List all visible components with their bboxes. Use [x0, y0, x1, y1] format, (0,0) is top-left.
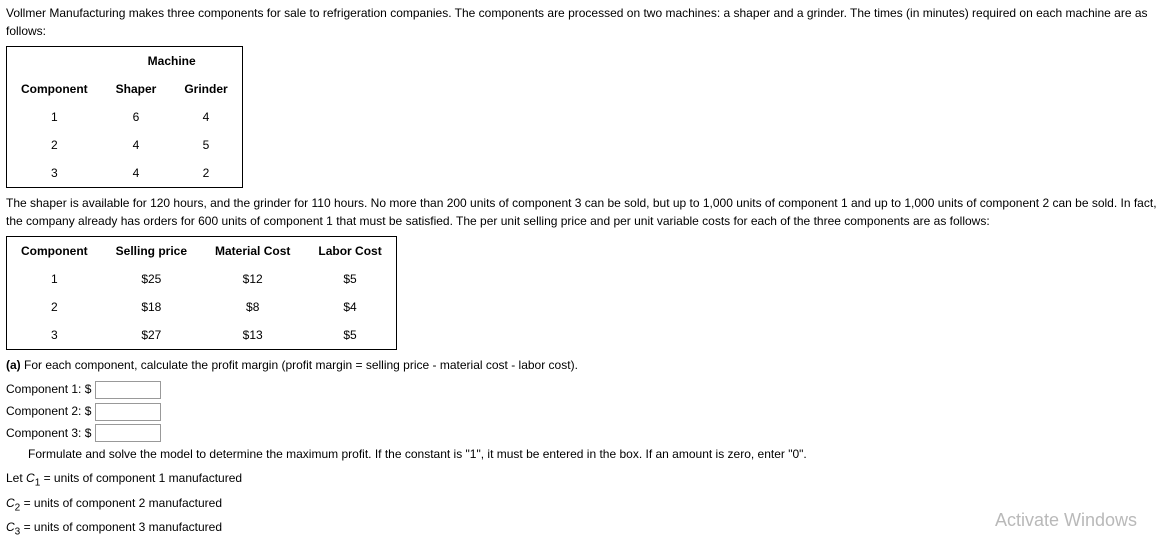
let-c1-row: Let C1 = units of component 1 manufactur… [6, 469, 1161, 490]
c1-def: = units of component 1 manufactured [40, 471, 242, 485]
let-c3-row: C3 = units of component 3 manufactured [6, 518, 1161, 539]
table-row: 3 4 2 [7, 159, 243, 188]
component-3-label: Component 3: $ [6, 426, 91, 440]
cell: 2 [170, 159, 242, 188]
cell: 4 [102, 131, 171, 159]
let-c2-row: C2 = units of component 2 manufactured [6, 494, 1161, 515]
cell: $12 [201, 265, 304, 293]
component-2-input[interactable] [95, 403, 161, 421]
part-a-label: (a) [6, 358, 24, 372]
cell: 1 [7, 265, 102, 293]
table-row: 1 6 4 [7, 103, 243, 131]
table-row: 1 $25 $12 $5 [7, 265, 397, 293]
table-row: 2 4 5 [7, 131, 243, 159]
price-header-material: Material Cost [201, 237, 304, 266]
cell: $25 [102, 265, 201, 293]
price-header-component: Component [7, 237, 102, 266]
cell: 2 [7, 293, 102, 321]
machine-table: Machine Component Shaper Grinder 1 6 4 2… [6, 46, 243, 188]
cell: $8 [201, 293, 304, 321]
cell: 3 [7, 159, 102, 188]
c2-def: = units of component 2 manufactured [20, 496, 222, 510]
cell: 1 [7, 103, 102, 131]
cell: 2 [7, 131, 102, 159]
cell: $27 [102, 321, 201, 350]
table-row: 2 $18 $8 $4 [7, 293, 397, 321]
intro-paragraph-2: The shaper is available for 120 hours, a… [6, 194, 1161, 230]
cell: 5 [170, 131, 242, 159]
price-table: Component Selling price Material Cost La… [6, 236, 397, 350]
part-a-text: For each component, calculate the profit… [24, 358, 578, 372]
cell: 4 [170, 103, 242, 131]
cell: $5 [304, 321, 396, 350]
cell: 3 [7, 321, 102, 350]
cell: 4 [102, 159, 171, 188]
table-row: 3 $27 $13 $5 [7, 321, 397, 350]
cell: 6 [102, 103, 171, 131]
formulate-instruction: Formulate and solve the model to determi… [28, 445, 1161, 463]
component-2-label: Component 2: $ [6, 404, 91, 418]
cell: $5 [304, 265, 396, 293]
intro-paragraph-1: Vollmer Manufacturing makes three compon… [6, 4, 1161, 40]
machine-header-grinder: Grinder [170, 75, 242, 103]
machine-header-component: Component [7, 75, 102, 103]
cell: $4 [304, 293, 396, 321]
cell: $18 [102, 293, 201, 321]
machine-super-header: Machine [102, 47, 243, 76]
component-1-label: Component 1: $ [6, 382, 91, 396]
price-header-price: Selling price [102, 237, 201, 266]
part-a-prompt: (a) For each component, calculate the pr… [6, 356, 1161, 374]
price-header-labor: Labor Cost [304, 237, 396, 266]
machine-header-shaper: Shaper [102, 75, 171, 103]
cell: $13 [201, 321, 304, 350]
component-3-input[interactable] [95, 424, 161, 442]
component-1-input[interactable] [95, 381, 161, 399]
let-label: Let [6, 471, 26, 485]
c3-def: = units of component 3 manufactured [20, 520, 222, 534]
